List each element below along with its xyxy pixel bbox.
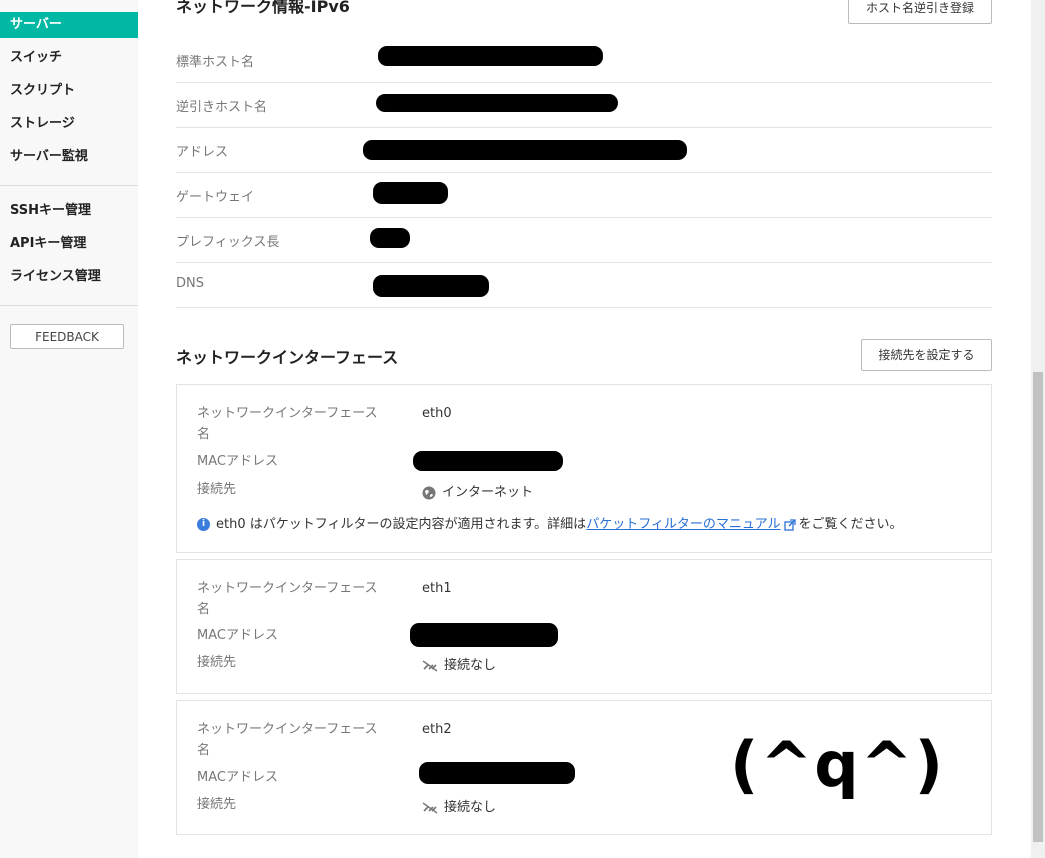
sidebar-divider — [0, 305, 138, 306]
connection-label: 接続先 — [197, 655, 237, 670]
connection-label: 接続先 — [197, 482, 237, 497]
redacted-value — [373, 275, 489, 297]
doodle-face: (^q^) — [730, 728, 945, 801]
interface-name-label: ネットワークインターフェース名 — [197, 406, 378, 442]
notice-suffix: をご覧ください。 — [798, 517, 903, 532]
connection-text: インターネット — [442, 485, 534, 500]
notice-prefix: eth0 はパケットフィルターの設定内容が適用されます。詳細は — [216, 517, 587, 532]
unlink-icon — [422, 801, 438, 814]
scrollbar[interactable] — [1031, 0, 1045, 858]
redacted-value — [373, 182, 448, 204]
main-content: ネットワーク情報-IPv6 ホスト名逆引き登録 標準ホスト名 逆引きホスト名 ア… — [138, 0, 1031, 858]
sidebar-item-licenses[interactable]: ライセンス管理 — [0, 264, 138, 290]
ipv6-row-reverse-hostname: 逆引きホスト名 — [176, 82, 992, 128]
feedback-button[interactable]: FEEDBACK — [10, 324, 124, 349]
connection-value: インターネット — [422, 481, 533, 500]
info-icon: i — [197, 518, 210, 531]
redacted-value — [378, 46, 603, 66]
set-connection-button[interactable]: 接続先を設定する — [861, 339, 992, 371]
connection-label: 接続先 — [197, 797, 237, 812]
ipv6-row-address: アドレス — [176, 127, 992, 173]
external-link-icon[interactable] — [783, 518, 796, 531]
redacted-value — [376, 94, 618, 112]
redacted-value — [419, 762, 575, 784]
interface-name-label: ネットワークインターフェース名 — [197, 722, 378, 758]
row-label: 標準ホスト名 — [176, 55, 255, 70]
redacted-value — [410, 623, 558, 647]
interfaces-section-title: ネットワークインターフェース — [176, 348, 399, 367]
mac-address-label: MACアドレス — [197, 454, 278, 469]
interface-name-value: eth1 — [422, 581, 452, 596]
ipv6-row-dns: DNS — [176, 262, 992, 308]
interface-card-eth0: ネットワークインターフェース名 eth0 MACアドレス 接続先 インターネット… — [176, 384, 992, 553]
connection-text: 接続なし — [444, 800, 497, 815]
row-label: プレフィックス長 — [176, 235, 280, 250]
sidebar: サーバー スイッチ スクリプト ストレージ サーバー監視 SSHキー管理 API… — [0, 0, 138, 858]
ipv6-row-prefix: プレフィックス長 — [176, 217, 992, 263]
interface-name-label: ネットワークインターフェース名 — [197, 581, 378, 617]
scrollbar-thumb[interactable] — [1033, 372, 1043, 842]
mac-address-label: MACアドレス — [197, 770, 278, 785]
redacted-value — [413, 451, 563, 471]
connection-value: 接続なし — [422, 796, 496, 815]
sidebar-item-script[interactable]: スクリプト — [0, 78, 138, 104]
interface-name-value: eth2 — [422, 722, 452, 737]
interface-card-eth1: ネットワークインターフェース名 eth1 MACアドレス 接続先 接続なし — [176, 559, 992, 694]
ipv6-row-hostname: 標準ホスト名 — [176, 37, 992, 83]
packet-filter-manual-link[interactable]: パケットフィルターのマニュアル — [586, 517, 780, 532]
mac-address-label: MACアドレス — [197, 628, 278, 643]
sidebar-item-server[interactable]: サーバー — [0, 12, 138, 38]
ipv6-section-title: ネットワーク情報-IPv6 — [176, 0, 350, 16]
sidebar-item-ssh-keys[interactable]: SSHキー管理 — [0, 198, 138, 224]
sidebar-divider — [0, 185, 138, 186]
interface-name-value: eth0 — [422, 406, 452, 421]
connection-value: 接続なし — [422, 654, 496, 673]
row-label: 逆引きホスト名 — [176, 100, 268, 115]
row-label: ゲートウェイ — [176, 190, 255, 205]
packet-filter-notice: i eth0 はパケットフィルターの設定内容が適用されます。詳細はパケットフィルタ… — [197, 513, 903, 532]
ipv6-row-gateway: ゲートウェイ — [176, 172, 992, 218]
sidebar-item-switch[interactable]: スイッチ — [0, 45, 138, 71]
sidebar-item-server-monitor[interactable]: サーバー監視 — [0, 144, 138, 170]
sidebar-item-storage[interactable]: ストレージ — [0, 111, 138, 137]
row-label: アドレス — [176, 145, 229, 160]
globe-icon — [422, 486, 436, 499]
sidebar-item-api-keys[interactable]: APIキー管理 — [0, 231, 138, 257]
row-label: DNS — [176, 276, 204, 291]
redacted-value — [370, 228, 410, 248]
redacted-value — [363, 140, 687, 160]
register-reverse-hostname-button[interactable]: ホスト名逆引き登録 — [848, 0, 992, 24]
unlink-icon — [422, 659, 438, 672]
connection-text: 接続なし — [444, 658, 497, 673]
